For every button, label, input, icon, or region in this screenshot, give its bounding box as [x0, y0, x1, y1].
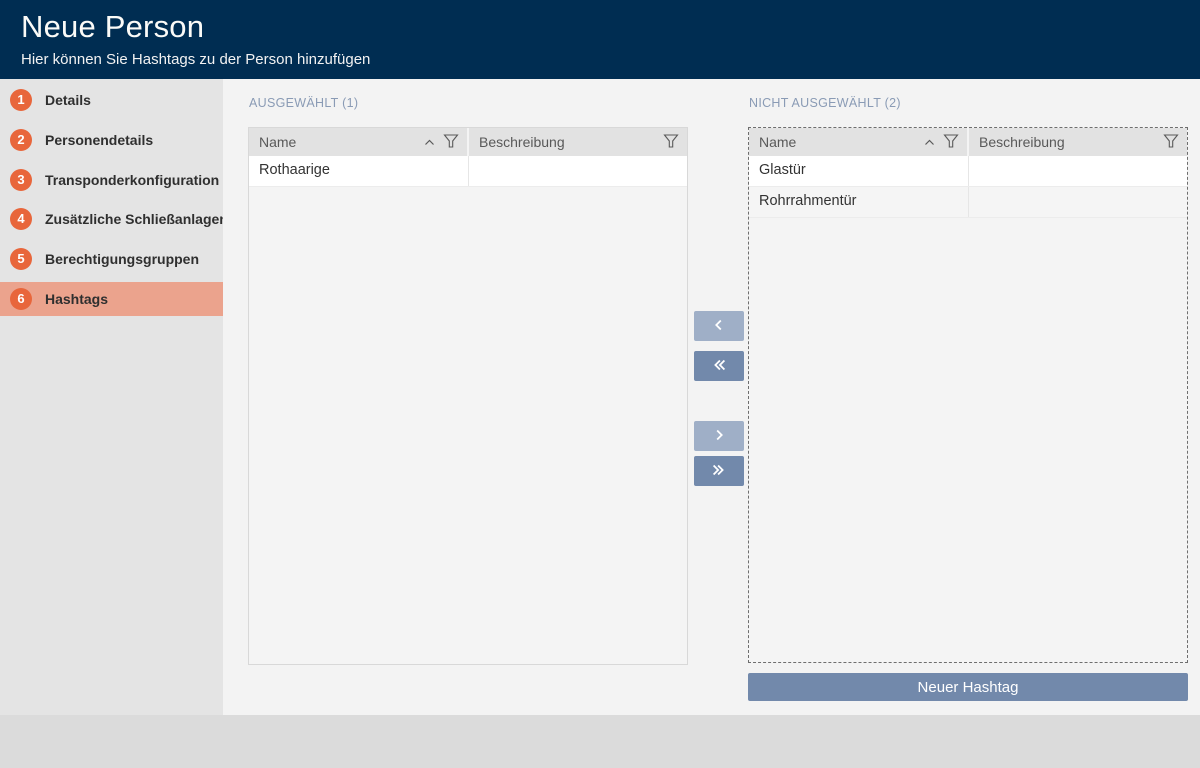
new-hashtag-button[interactable]: Neuer Hashtag	[748, 673, 1188, 701]
column-header-description-label: Beschreibung	[479, 134, 565, 150]
cell-name: Rohrrahmentür	[749, 187, 969, 217]
step-label: Details	[45, 83, 91, 117]
sidebar-steps: 1 Details 2 Personendetails 3 Transponderkonf…	[0, 79, 223, 715]
sidebar-step-personendetails[interactable]: 2 Personendetails	[0, 123, 223, 157]
table-header-row: Name Beschreibung	[749, 128, 1187, 156]
step-number-badge: 5	[10, 248, 32, 270]
column-header-description-label: Beschreibung	[979, 134, 1065, 150]
unselected-table-body: GlastürRohrrahmentür	[749, 156, 1187, 218]
page-subtitle: Hier können Sie Hashtags zu der Person h…	[21, 51, 370, 68]
chevron-left-icon	[710, 316, 728, 337]
double-chevron-right-icon	[709, 461, 729, 482]
wizard-header: Neue Person Hier können Sie Hashtags zu …	[0, 0, 1200, 79]
column-header-name-label: Name	[259, 134, 296, 150]
selected-hashtags-table: Name Beschreibung Rothaarige	[248, 127, 688, 665]
sidebar-step-details[interactable]: 1 Details	[0, 83, 223, 117]
filter-icon[interactable]	[443, 134, 459, 151]
cell-description	[969, 187, 1187, 217]
sort-ascending-icon[interactable]	[424, 139, 435, 146]
step-number-badge: 3	[10, 169, 32, 191]
selected-panel-label: AUSGEWÄHLT (1)	[249, 96, 358, 110]
step-label: Hashtags	[45, 282, 108, 316]
step-number-badge: 4	[10, 208, 32, 230]
cell-description	[469, 156, 687, 186]
column-header-name[interactable]: Name	[749, 128, 969, 156]
unselected-panel-label: NICHT AUSGEWÄHLT (2)	[749, 96, 901, 110]
cell-name: Glastür	[749, 156, 969, 186]
table-header-row: Name Beschreibung	[249, 128, 687, 156]
column-header-name-label: Name	[759, 134, 796, 150]
step-label: Transponderkonfiguration	[45, 163, 219, 197]
unselected-hashtags-table: Name Beschreibung GlastürRohrrahmentür	[748, 127, 1188, 663]
filter-icon[interactable]	[943, 134, 959, 151]
footer-bar: Weiteres Objekt erstellen < Zurück Weite…	[0, 715, 1200, 768]
move-left-button[interactable]	[694, 311, 744, 341]
cell-description	[969, 156, 1187, 186]
step-label: Berechtigungsgruppen	[45, 242, 199, 276]
selected-table-body: Rothaarige	[249, 156, 687, 187]
column-header-description[interactable]: Beschreibung	[969, 128, 1187, 156]
step-label: Zusätzliche Schließanlagen	[45, 202, 228, 236]
table-row[interactable]: Rohrrahmentür	[749, 187, 1187, 218]
step-number-badge: 1	[10, 89, 32, 111]
filter-icon[interactable]	[663, 134, 679, 151]
move-all-right-button[interactable]	[694, 456, 744, 486]
step-number-badge: 2	[10, 129, 32, 151]
column-header-name[interactable]: Name	[249, 128, 469, 156]
sidebar-step-transponderkonfiguration[interactable]: 3 Transponderkonfiguration	[0, 163, 223, 197]
column-header-description[interactable]: Beschreibung	[469, 128, 687, 156]
filter-icon[interactable]	[1163, 134, 1179, 151]
double-chevron-left-icon	[709, 356, 729, 377]
move-all-left-button[interactable]	[694, 351, 744, 381]
step-number-badge: 6	[10, 288, 32, 310]
table-row[interactable]: Glastür	[749, 156, 1187, 187]
table-row[interactable]: Rothaarige	[249, 156, 687, 187]
sort-ascending-icon[interactable]	[924, 139, 935, 146]
sidebar-step-berechtigungsgruppen[interactable]: 5 Berechtigungsgruppen	[0, 242, 223, 276]
page-title: Neue Person	[21, 9, 204, 45]
chevron-right-icon	[710, 426, 728, 447]
move-right-button[interactable]	[694, 421, 744, 451]
cell-name: Rothaarige	[249, 156, 469, 186]
sidebar-step-zus-tzliche-schlie-anlagen[interactable]: 4Zusätzliche Schließanlagen	[0, 202, 223, 236]
sidebar-step-hashtags[interactable]: 6 Hashtags	[0, 282, 223, 316]
new-person-wizard-window: Neue Person Hier können Sie Hashtags zu …	[0, 0, 1200, 768]
step-label: Personendetails	[45, 123, 153, 157]
